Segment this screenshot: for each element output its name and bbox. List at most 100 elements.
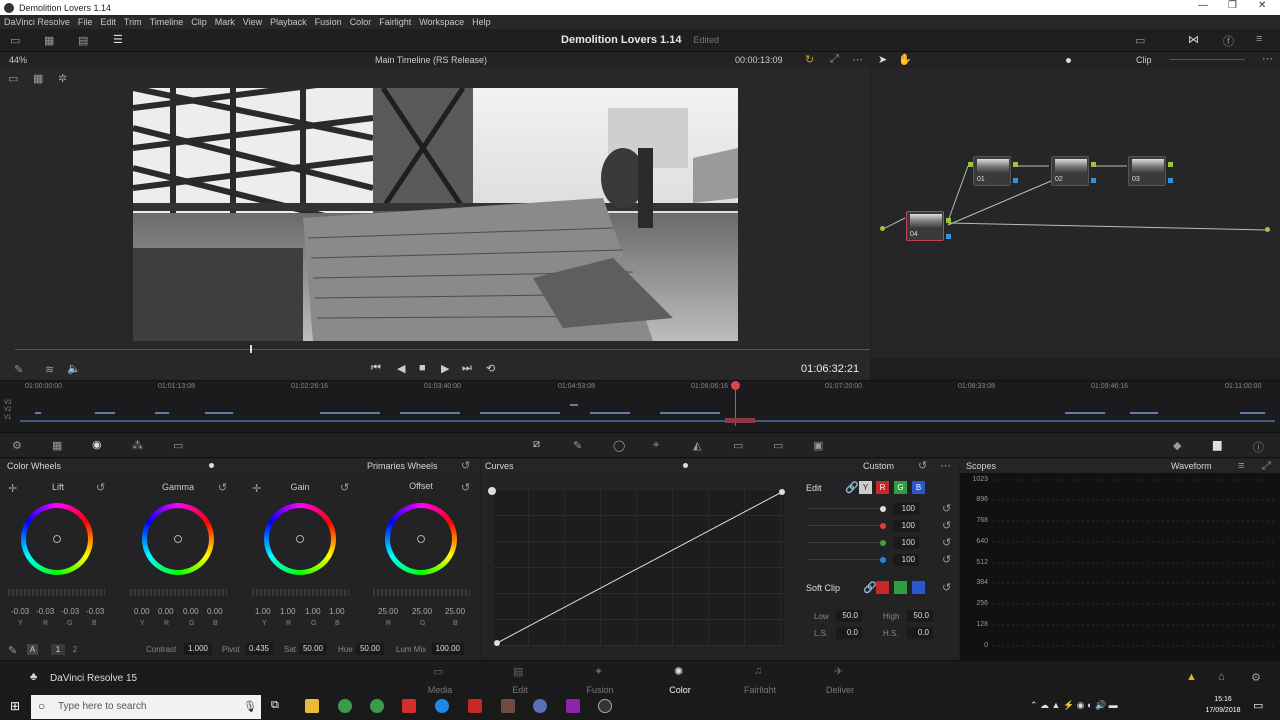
track-v1-clips[interactable] xyxy=(20,420,1275,422)
curve-b-dot[interactable] xyxy=(880,557,886,563)
curve-start-control-point[interactable] xyxy=(488,487,496,495)
play-reverse-icon[interactable]: ◀ xyxy=(397,362,405,375)
wheels-page-dot[interactable] xyxy=(209,463,214,468)
lum-mix-field[interactable]: 100.00 xyxy=(432,643,464,655)
clip[interactable] xyxy=(155,412,169,414)
soft-clip-g[interactable] xyxy=(894,581,907,594)
gain-master-wheel[interactable] xyxy=(252,589,349,596)
tray-icons[interactable]: ⌃ ☁ ▲ ⚡ ◉ ◐ 🔊 ▬ xyxy=(1030,700,1118,711)
loop-playback-icon[interactable]: ⟲ xyxy=(486,362,495,375)
highlight-icon[interactable]: ✲ xyxy=(58,72,67,85)
curves-page-dot[interactable] xyxy=(683,463,688,468)
curve-intensity-g-slider[interactable] xyxy=(808,542,884,543)
node-01-output-icon[interactable] xyxy=(1013,162,1018,167)
chrome-alt-icon[interactable] xyxy=(370,699,384,713)
curve-r-value[interactable]: 100 xyxy=(893,520,919,532)
node-03[interactable]: 03 xyxy=(1128,156,1166,186)
clip[interactable] xyxy=(1130,412,1158,414)
split-screen-icon[interactable]: ▦ xyxy=(33,72,43,85)
node-mode-select[interactable]: Clip xyxy=(1136,55,1152,65)
go-to-end-icon[interactable]: ⏭ xyxy=(462,362,472,375)
soft-clip-b[interactable] xyxy=(912,581,925,594)
taskbar-search-input[interactable]: Type here to search xyxy=(31,695,261,719)
curve-g-value[interactable]: 100 xyxy=(893,537,919,549)
sat-field[interactable]: 50.00 xyxy=(299,643,327,655)
curve-g-dot[interactable] xyxy=(880,540,886,546)
curves-link-icon[interactable]: 🔗 xyxy=(845,481,859,494)
clip[interactable] xyxy=(1240,412,1265,414)
curve-y-dot[interactable] xyxy=(880,506,886,512)
curve-intensity-y-slider[interactable] xyxy=(808,508,884,509)
deliver-page-icon[interactable]: ✈ xyxy=(834,665,843,678)
offset-b-value[interactable]: 25.00 xyxy=(445,607,465,616)
lift-wheel-puck[interactable] xyxy=(53,535,61,543)
curve-y-value[interactable]: 100 xyxy=(893,503,919,515)
pointer-icon[interactable]: ➤ xyxy=(878,53,887,66)
scopes-mode-select[interactable]: Waveform xyxy=(1171,459,1212,473)
clip[interactable] xyxy=(320,412,380,414)
gamma-y-value[interactable]: 0.00 xyxy=(134,607,150,616)
close-button[interactable]: ✕ xyxy=(1258,0,1266,11)
clip[interactable] xyxy=(35,412,41,414)
scopes-expand-icon[interactable]: ⤢ xyxy=(1262,459,1271,473)
timeline-playhead-handle[interactable] xyxy=(731,381,740,390)
node-options-icon[interactable]: ⋯ xyxy=(1262,52,1273,65)
curves-options-icon[interactable]: ⋯ xyxy=(940,459,951,473)
clip[interactable] xyxy=(570,404,578,406)
curve-intensity-r-slider[interactable] xyxy=(808,525,884,526)
blur-icon[interactable]: ◭ xyxy=(693,439,701,452)
home-icon[interactable]: ⌂ xyxy=(1218,671,1225,683)
menu-timeline[interactable]: Timeline xyxy=(150,17,184,27)
notifications-icon[interactable]: ▭ xyxy=(1253,699,1263,712)
node-01-input-icon[interactable] xyxy=(968,162,973,167)
settings-gear-icon[interactable]: ⚙ xyxy=(1251,671,1261,684)
clip[interactable] xyxy=(480,412,560,414)
contrast-field[interactable]: 1.000 xyxy=(184,643,212,655)
offset-reset-icon[interactable]: ↺ xyxy=(461,481,470,494)
curve-graph[interactable] xyxy=(492,489,784,646)
scopes-icon[interactable]: ▆ xyxy=(1213,438,1221,451)
motion-effects-icon[interactable]: ▭ xyxy=(173,439,183,452)
node-04-key-output-icon[interactable] xyxy=(946,234,951,239)
curve-g-reset-icon[interactable]: ↺ xyxy=(942,536,951,549)
minimize-button[interactable]: — xyxy=(1198,0,1208,11)
high-field[interactable]: 50.0 xyxy=(907,610,933,622)
audio-icon[interactable]: 🔈 xyxy=(67,362,81,375)
soft-clip-reset-icon[interactable]: ↺ xyxy=(942,581,951,594)
curves-mode-select[interactable]: Custom xyxy=(863,459,894,473)
offset-g-value[interactable]: 25.00 xyxy=(412,607,432,616)
node-02-output-icon[interactable] xyxy=(1091,162,1096,167)
clip[interactable] xyxy=(660,412,720,414)
curves-icon[interactable]: ⧄ xyxy=(533,438,540,451)
layers-icon[interactable]: ≋ xyxy=(45,363,54,376)
curve-low-point[interactable] xyxy=(494,640,500,646)
menu-trim[interactable]: Trim xyxy=(124,17,142,27)
offset-master-wheel[interactable] xyxy=(373,589,470,596)
gamma-wheel-puck[interactable] xyxy=(174,535,182,543)
lift-reset-icon[interactable]: ↺ xyxy=(96,481,105,494)
play-icon[interactable]: ▶ xyxy=(441,362,449,375)
gamma-g-value[interactable]: 0.00 xyxy=(183,607,199,616)
scrubber-playhead[interactable] xyxy=(250,345,252,353)
soft-clip-r[interactable] xyxy=(876,581,889,594)
warning-icon[interactable]: ▲ xyxy=(1186,671,1197,683)
curve-intensity-b-slider[interactable] xyxy=(808,559,884,560)
stop-icon[interactable]: ■ xyxy=(419,362,426,374)
wheels-mode-select[interactable]: Primaries Wheels xyxy=(367,459,438,473)
lift-master-wheel[interactable] xyxy=(8,589,105,596)
curve-b-reset-icon[interactable]: ↺ xyxy=(942,553,951,566)
scrubber-track[interactable] xyxy=(15,349,870,350)
color-match-icon[interactable]: ▦ xyxy=(52,439,62,452)
fairlight-page-icon[interactable]: ♫ xyxy=(754,665,762,677)
rgb-mixer-icon[interactable]: ⁂ xyxy=(132,439,143,452)
node-04-output-icon[interactable] xyxy=(946,218,951,223)
ls-field[interactable]: 0.0 xyxy=(836,627,862,639)
hand-icon[interactable]: ✋ xyxy=(898,53,912,66)
menu-playback[interactable]: Playback xyxy=(270,17,307,27)
gain-b-value[interactable]: 1.00 xyxy=(329,607,345,616)
node-02[interactable]: 02 xyxy=(1051,156,1089,186)
lift-g-value[interactable]: -0.03 xyxy=(61,607,79,616)
chrome-icon[interactable] xyxy=(338,699,352,713)
adjust-page-2[interactable]: 2 xyxy=(68,644,82,655)
clip[interactable] xyxy=(95,412,115,414)
